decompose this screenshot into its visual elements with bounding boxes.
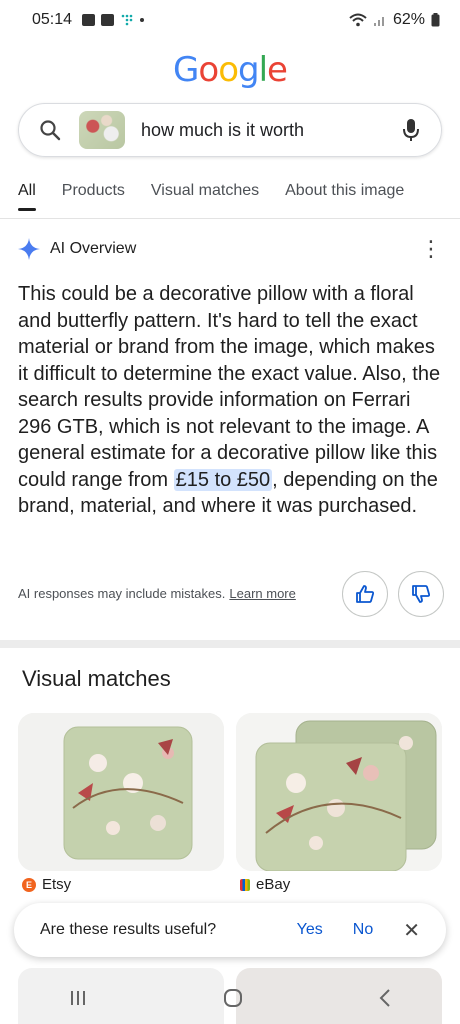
thumbs-up-button[interactable] xyxy=(342,571,388,617)
visual-matches-title: Visual matches xyxy=(22,666,171,691)
result-source-ebay[interactable]: eBay xyxy=(240,876,290,893)
tabs-divider xyxy=(0,218,460,219)
result-source-etsy[interactable]: E Etsy xyxy=(22,876,71,893)
thumbs-down-button[interactable] xyxy=(398,571,444,617)
signal-icon xyxy=(373,17,384,26)
logo-letter: g xyxy=(238,50,260,90)
status-right: 62% xyxy=(349,11,440,29)
pillow-image xyxy=(18,713,224,871)
thumbs-down-icon xyxy=(412,585,431,603)
recent-apps-icon[interactable] xyxy=(68,989,88,1007)
wifi-icon xyxy=(349,13,367,27)
learn-more-link[interactable]: Learn more xyxy=(229,586,295,601)
gallery-icon xyxy=(82,14,96,26)
thumbs-up-icon xyxy=(356,585,375,603)
youtube-icon xyxy=(101,14,115,26)
gemini-sparkle-icon xyxy=(18,238,40,260)
more-options-icon[interactable]: ⋮ xyxy=(420,238,442,260)
status-bar: 05:14 62% xyxy=(0,0,460,40)
visual-match-card[interactable] xyxy=(18,713,224,871)
etsy-icon: E xyxy=(22,877,36,892)
tab-products[interactable]: Products xyxy=(62,182,125,200)
status-time: 05:14 xyxy=(32,11,73,28)
home-icon[interactable] xyxy=(223,988,243,1008)
feedback-question: Are these results useful? xyxy=(40,921,217,938)
feedback-prompt: Are these results useful? Yes No ✕ xyxy=(14,903,446,957)
battery-icon xyxy=(431,13,440,27)
logo-letter: e xyxy=(267,50,288,90)
more-notifications-icon xyxy=(140,18,145,22)
search-query[interactable]: how much is it worth xyxy=(141,120,304,141)
google-logo[interactable]: Google xyxy=(0,50,460,90)
query-image-thumbnail[interactable] xyxy=(79,111,125,149)
feedback-yes-button[interactable]: Yes xyxy=(297,921,323,939)
logo-letter: l xyxy=(258,50,269,90)
source-name: Etsy xyxy=(42,876,72,893)
ai-overview-header: AI Overview ⋮ xyxy=(18,238,442,260)
battery-percent: 62% xyxy=(392,11,425,28)
ai-overview-text: This could be a decorative pillow with a… xyxy=(18,281,446,520)
visual-match-card[interactable] xyxy=(236,713,442,871)
microphone-icon[interactable] xyxy=(403,118,419,142)
search-icon[interactable] xyxy=(39,119,61,141)
ai-disclaimer: AI responses may include mistakes. Learn … xyxy=(18,586,296,601)
logo-letter: o xyxy=(198,50,219,90)
section-divider xyxy=(0,640,460,648)
logo-letter: G xyxy=(173,50,199,90)
ai-overview-title: AI Overview xyxy=(50,240,137,257)
source-name: eBay xyxy=(256,876,291,893)
ebay-icon xyxy=(240,878,250,891)
back-icon[interactable] xyxy=(378,988,392,1008)
disclaimer-text: AI responses may include mistakes. xyxy=(18,586,226,601)
tab-about-this-image[interactable]: About this image xyxy=(285,182,404,200)
fitbit-icon xyxy=(121,14,133,26)
tab-visual-matches[interactable]: Visual matches xyxy=(151,182,259,200)
search-box[interactable]: how much is it worth xyxy=(18,103,442,157)
ai-price-highlight[interactable]: £15 to £50 xyxy=(173,468,273,491)
feedback-no-button[interactable]: No xyxy=(353,921,373,939)
ai-text-part: This could be a decorative pillow with a… xyxy=(18,283,441,491)
tab-all[interactable]: All xyxy=(18,182,36,211)
pillow-image xyxy=(236,713,442,871)
close-icon[interactable]: ✕ xyxy=(403,918,420,943)
search-tabs: All Products Visual matches About this i… xyxy=(18,182,430,211)
notification-icons xyxy=(82,13,145,27)
system-navigation-bar xyxy=(0,972,460,1024)
logo-letter: o xyxy=(218,50,239,90)
